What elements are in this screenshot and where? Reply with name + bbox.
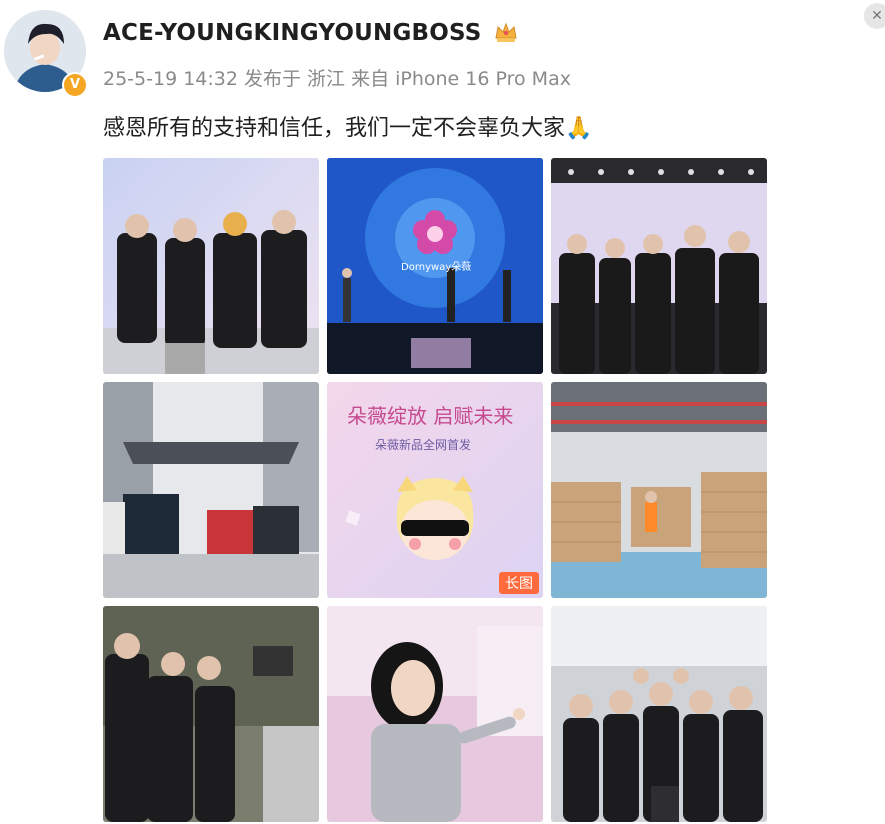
post-text: 感恩所有的支持和信任，我们一定不会辜负大家🙏 [103, 116, 593, 141]
image-3-stage-group[interactable] [551, 158, 767, 374]
username[interactable]: ACE-YOUNGKINGYOUNGBOSS [103, 20, 518, 49]
image-6-warehouse[interactable] [551, 382, 767, 598]
image-grid: Dornyway朵薇 朵薇绽放 启赋未来 朵薇新品全网首发 长图 [103, 158, 768, 824]
close-icon[interactable]: ✕ [864, 3, 885, 29]
image-8-woman-pointing[interactable] [327, 606, 543, 822]
image-4-trucks[interactable] [103, 382, 319, 598]
image-1-group-photo[interactable] [103, 158, 319, 374]
image-2-stage-screen[interactable]: Dornyway朵薇 [327, 158, 543, 374]
verified-badge-icon: V [62, 72, 88, 98]
image-5-poster-long[interactable]: 朵薇绽放 启赋未来 朵薇新品全网首发 长图 [327, 382, 543, 598]
poster-subhead: 朵薇新品全网首发 [375, 438, 472, 452]
image-7-team-filming[interactable] [103, 606, 319, 822]
stage-brand-text: Dornyway朵薇 [401, 262, 472, 273]
long-image-badge: 长图 [499, 572, 539, 594]
post-meta: 25-5-19 14:32 发布于 浙江 来自 iPhone 16 Pro Ma… [103, 68, 571, 90]
image-9-crowd[interactable] [551, 606, 767, 822]
poster-headline: 朵薇绽放 启赋未来 [347, 404, 514, 428]
username-text[interactable]: ACE-YOUNGKINGYOUNGBOSS [103, 20, 482, 46]
crown-icon [494, 21, 518, 49]
